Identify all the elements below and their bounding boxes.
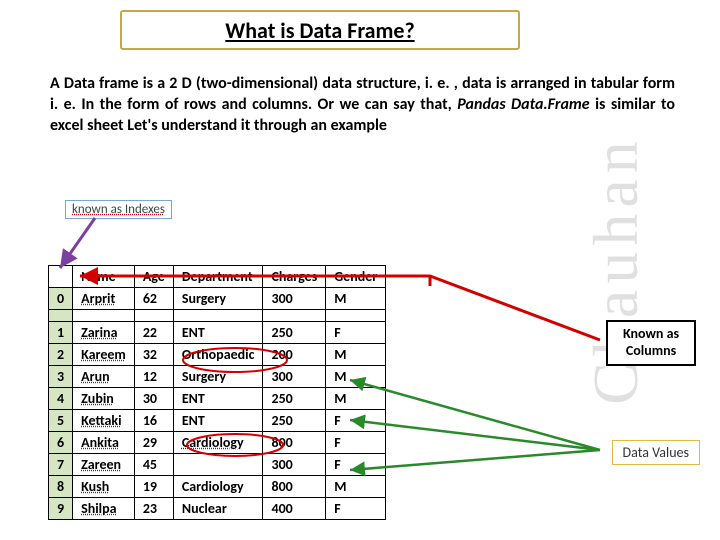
cell: Kareem: [81, 346, 126, 363]
cell: Cardiology: [173, 476, 263, 498]
cell: ENT: [173, 322, 263, 344]
table-row: 9 Shilpa 23 Nuclear 400 F: [49, 498, 386, 520]
dataframe-table: Name Age Department Charges Gender 0 Arp…: [48, 265, 386, 520]
cell: Surgery: [173, 288, 263, 310]
cell: 29: [134, 432, 173, 454]
cell: ENT: [173, 410, 263, 432]
cell: 30: [134, 388, 173, 410]
cell: Zareen: [81, 456, 121, 473]
desc-part2: Pandas Data.Frame: [457, 95, 595, 114]
cell: 32: [134, 344, 173, 366]
cell: Zubin: [81, 390, 114, 407]
cell: M: [326, 388, 386, 410]
cell: F: [326, 498, 386, 520]
cell: 250: [263, 388, 326, 410]
cell: 22: [134, 322, 173, 344]
cell: F: [326, 432, 386, 454]
cell: 800: [263, 476, 326, 498]
col-header: Name: [73, 266, 135, 288]
cell: 250: [263, 410, 326, 432]
cell: M: [326, 344, 386, 366]
cell: 23: [134, 498, 173, 520]
row-index: 5: [49, 410, 73, 432]
description-text: A Data frame is a 2 D (two-dimensional) …: [50, 74, 675, 136]
cell: Arprit: [81, 290, 115, 307]
col-header: Charges: [263, 266, 326, 288]
cell: Shilpa: [81, 500, 116, 517]
cell: 250: [263, 322, 326, 344]
row-index: 7: [49, 454, 73, 476]
cell: Orthopaedic: [173, 344, 263, 366]
cell: Zarina: [81, 324, 117, 341]
cell: [173, 454, 263, 476]
row-index: 8: [49, 476, 73, 498]
cell: ENT: [173, 388, 263, 410]
cell: Cardiology: [182, 434, 244, 451]
row-index: 2: [49, 344, 73, 366]
table-row: 5 Kettaki 16 ENT 250 F: [49, 410, 386, 432]
table-row: 8 Kush 19 Cardiology 800 M: [49, 476, 386, 498]
columns-callout: Known as Columns: [606, 320, 696, 366]
cell: M: [326, 288, 386, 310]
values-callout: Data Values: [612, 440, 700, 465]
col-header: Age: [134, 266, 173, 288]
table-row: 1 Zarina 22 ENT 250 F: [49, 322, 386, 344]
cell: 800: [263, 432, 326, 454]
cell: M: [326, 476, 386, 498]
cell: 16: [134, 410, 173, 432]
table-row: 7 Zareen 45 300 F: [49, 454, 386, 476]
cell: 300: [263, 366, 326, 388]
cell: 300: [263, 288, 326, 310]
index-callout: known as Indexes: [65, 200, 172, 219]
table-row: 6 Ankita 29 Cardiology 800 F: [49, 432, 386, 454]
cell: Kettaki: [81, 412, 121, 429]
cell: 400: [263, 498, 326, 520]
cell: 62: [134, 288, 173, 310]
cell: Arun: [81, 368, 110, 385]
row-index: 4: [49, 388, 73, 410]
cell: 19: [134, 476, 173, 498]
row-index: 0: [49, 288, 73, 310]
header-row: Name Age Department Charges Gender: [49, 266, 386, 288]
cell: Ankita: [81, 434, 119, 451]
index-header: [49, 266, 73, 288]
cell: Nuclear: [173, 498, 263, 520]
cell: 200: [263, 344, 326, 366]
table-row: 3 Arun 12 Surgery 300 M: [49, 366, 386, 388]
cell: Kush: [81, 478, 109, 495]
col-header: Gender: [326, 266, 386, 288]
cell: F: [326, 454, 386, 476]
row-index: 9: [49, 498, 73, 520]
cell: F: [326, 410, 386, 432]
cell: M: [326, 366, 386, 388]
col-header: Department: [173, 266, 263, 288]
cell: 12: [134, 366, 173, 388]
cell: F: [326, 322, 386, 344]
table-row: 2 Kareem 32 Orthopaedic 200 M: [49, 344, 386, 366]
table-row: 0 Arprit 62 Surgery 300 M: [49, 288, 386, 310]
row-index: 1: [49, 322, 73, 344]
cell: 45: [134, 454, 173, 476]
slide-title: What is Data Frame?: [120, 10, 520, 50]
row-index: 3: [49, 366, 73, 388]
cell: 300: [263, 454, 326, 476]
row-index: 6: [49, 432, 73, 454]
table-row: 4 Zubin 30 ENT 250 M: [49, 388, 386, 410]
cell: Surgery: [173, 366, 263, 388]
gap-row: [49, 310, 386, 322]
